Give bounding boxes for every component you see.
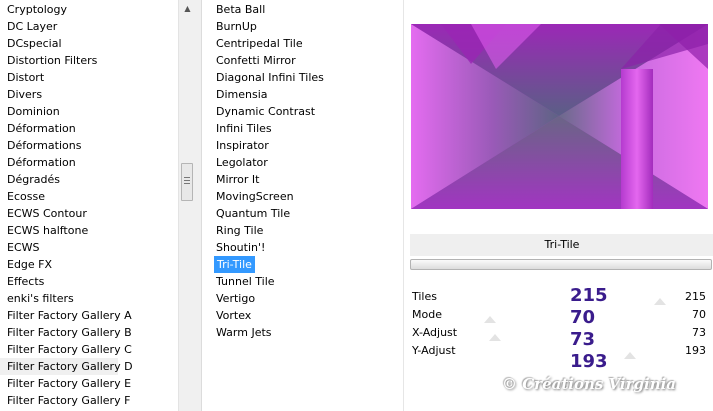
param-big-value: 215 [570,285,608,306]
slider-thumb-icon[interactable] [654,298,666,305]
filter-item[interactable]: Mirror It [216,171,259,188]
category-item[interactable]: Distort [7,69,44,86]
category-item[interactable]: ECWS halftone [7,222,88,239]
filter-item[interactable]: Infini Tiles [216,120,272,137]
param-big-value: 193 [570,351,608,372]
filter-item[interactable]: Dimensia [216,86,268,103]
watermark: © Créations Virginia [502,375,677,393]
category-item[interactable]: DC Layer [7,18,57,35]
category-item[interactable]: DCspecial [7,35,62,52]
filter-item[interactable]: Dynamic Contrast [216,103,315,120]
category-item[interactable]: ECWS [7,239,40,256]
category-item[interactable]: Dégradés [7,171,60,188]
category-item[interactable]: Dominion [7,103,60,120]
filter-item[interactable]: Warm Jets [216,324,272,341]
category-item[interactable]: Déformations [7,137,81,154]
grip-icon [184,177,190,186]
filter-item[interactable]: Vertigo [216,290,255,307]
slider-thumb-icon[interactable] [624,352,636,359]
filter-preview [411,24,708,209]
category-item[interactable]: Ecosse [7,188,45,205]
filter-item[interactable]: BurnUp [216,18,257,35]
param-label: Y-Adjust [412,344,456,357]
filter-item[interactable]: Ring Tile [216,222,263,239]
filter-item[interactable]: Legolator [216,154,268,171]
filter-item[interactable]: Beta Ball [216,1,265,18]
filter-title: Tri-Tile [410,234,713,256]
category-item[interactable]: Filter Factory Gallery F [7,392,130,409]
filter-item[interactable]: Tri-Tile [214,256,255,273]
category-item[interactable]: Filter Factory Gallery B [7,324,132,341]
filter-list[interactable]: Beta Ball BurnUp Centripedal Tile Confetti … [201,0,403,411]
filter-item[interactable]: Confetti Mirror [216,52,296,69]
param-big-value: 70 [570,307,596,328]
category-item[interactable]: Filter Factory Gallery D [0,358,133,375]
category-item[interactable]: Divers [7,86,42,103]
param-value[interactable]: 73 [692,325,706,341]
filter-item[interactable]: MovingScreen [216,188,294,205]
param-label: Tiles [412,290,437,303]
filter-item[interactable]: Tunnel Tile [216,273,275,290]
param-value[interactable]: 70 [692,307,706,323]
category-item[interactable]: Filter Factory Gallery A [7,307,132,324]
category-item[interactable]: enki's filters [7,290,74,307]
category-item[interactable]: Filter Factory Gallery E [7,375,131,392]
slider-thumb-icon[interactable] [489,334,501,341]
param-label: Mode [412,308,442,321]
category-scrollbar[interactable]: ▲ [178,0,196,411]
category-item[interactable]: Déformation [7,120,76,137]
param-value[interactable]: 193 [685,343,706,359]
slider-thumb-icon[interactable] [484,316,496,323]
category-item[interactable]: Déformation [7,154,76,171]
filter-item[interactable]: Vortex [216,307,251,324]
category-list[interactable]: Cryptology DC Layer DCspecial Distortion Fi… [0,0,178,411]
scroll-up-icon[interactable]: ▲ [179,0,196,17]
category-item[interactable]: Edge FX [7,256,52,273]
filter-item[interactable]: Inspirator [216,137,269,154]
param-big-value: 73 [570,329,596,350]
filter-item[interactable]: Quantum Tile [216,205,290,222]
filter-item[interactable]: Centripedal Tile [216,35,303,52]
category-item[interactable]: Cryptology [7,1,67,18]
category-item[interactable]: Distortion Filters [7,52,97,69]
category-item[interactable]: ECWS Contour [7,205,87,222]
filter-title-bar [410,259,712,270]
param-value[interactable]: 215 [685,289,706,305]
category-item[interactable]: Effects [7,273,44,290]
filter-item[interactable]: Diagonal Infini Tiles [216,69,324,86]
filter-item[interactable]: Shoutin'! [216,239,265,256]
param-label: X-Adjust [412,326,458,339]
filter-settings-panel: Tri-Tile Tiles 215 215 Mode 70 70 X-Adjust 73 73… [403,0,713,411]
category-item[interactable]: Filter Factory Gallery C [7,341,132,358]
scroll-thumb[interactable] [181,163,193,201]
